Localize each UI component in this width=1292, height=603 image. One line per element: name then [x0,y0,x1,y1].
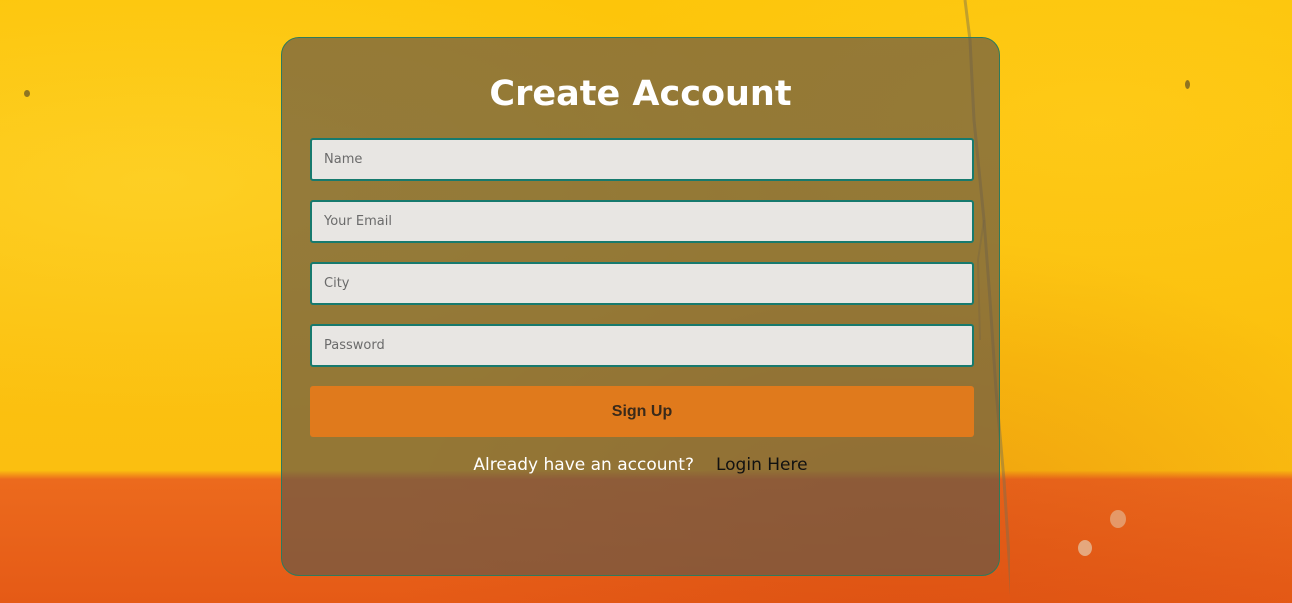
login-prompt-row: Already have an account? Login Here [282,454,999,476]
city-input[interactable] [310,262,974,305]
wall-spot [1110,510,1126,528]
wall-spot [24,90,30,97]
wall-spot [1185,80,1190,89]
login-prompt-text: Already have an account? [473,455,694,475]
page-title: Create Account [489,74,792,114]
password-input[interactable] [310,324,974,367]
login-link[interactable]: Login Here [716,455,808,475]
email-input[interactable] [310,200,974,243]
signup-card: Create Account Sign Up Already have an a… [281,37,1000,576]
wall-spot [1078,540,1092,556]
name-input[interactable] [310,138,974,181]
sign-up-button[interactable]: Sign Up [310,386,974,437]
